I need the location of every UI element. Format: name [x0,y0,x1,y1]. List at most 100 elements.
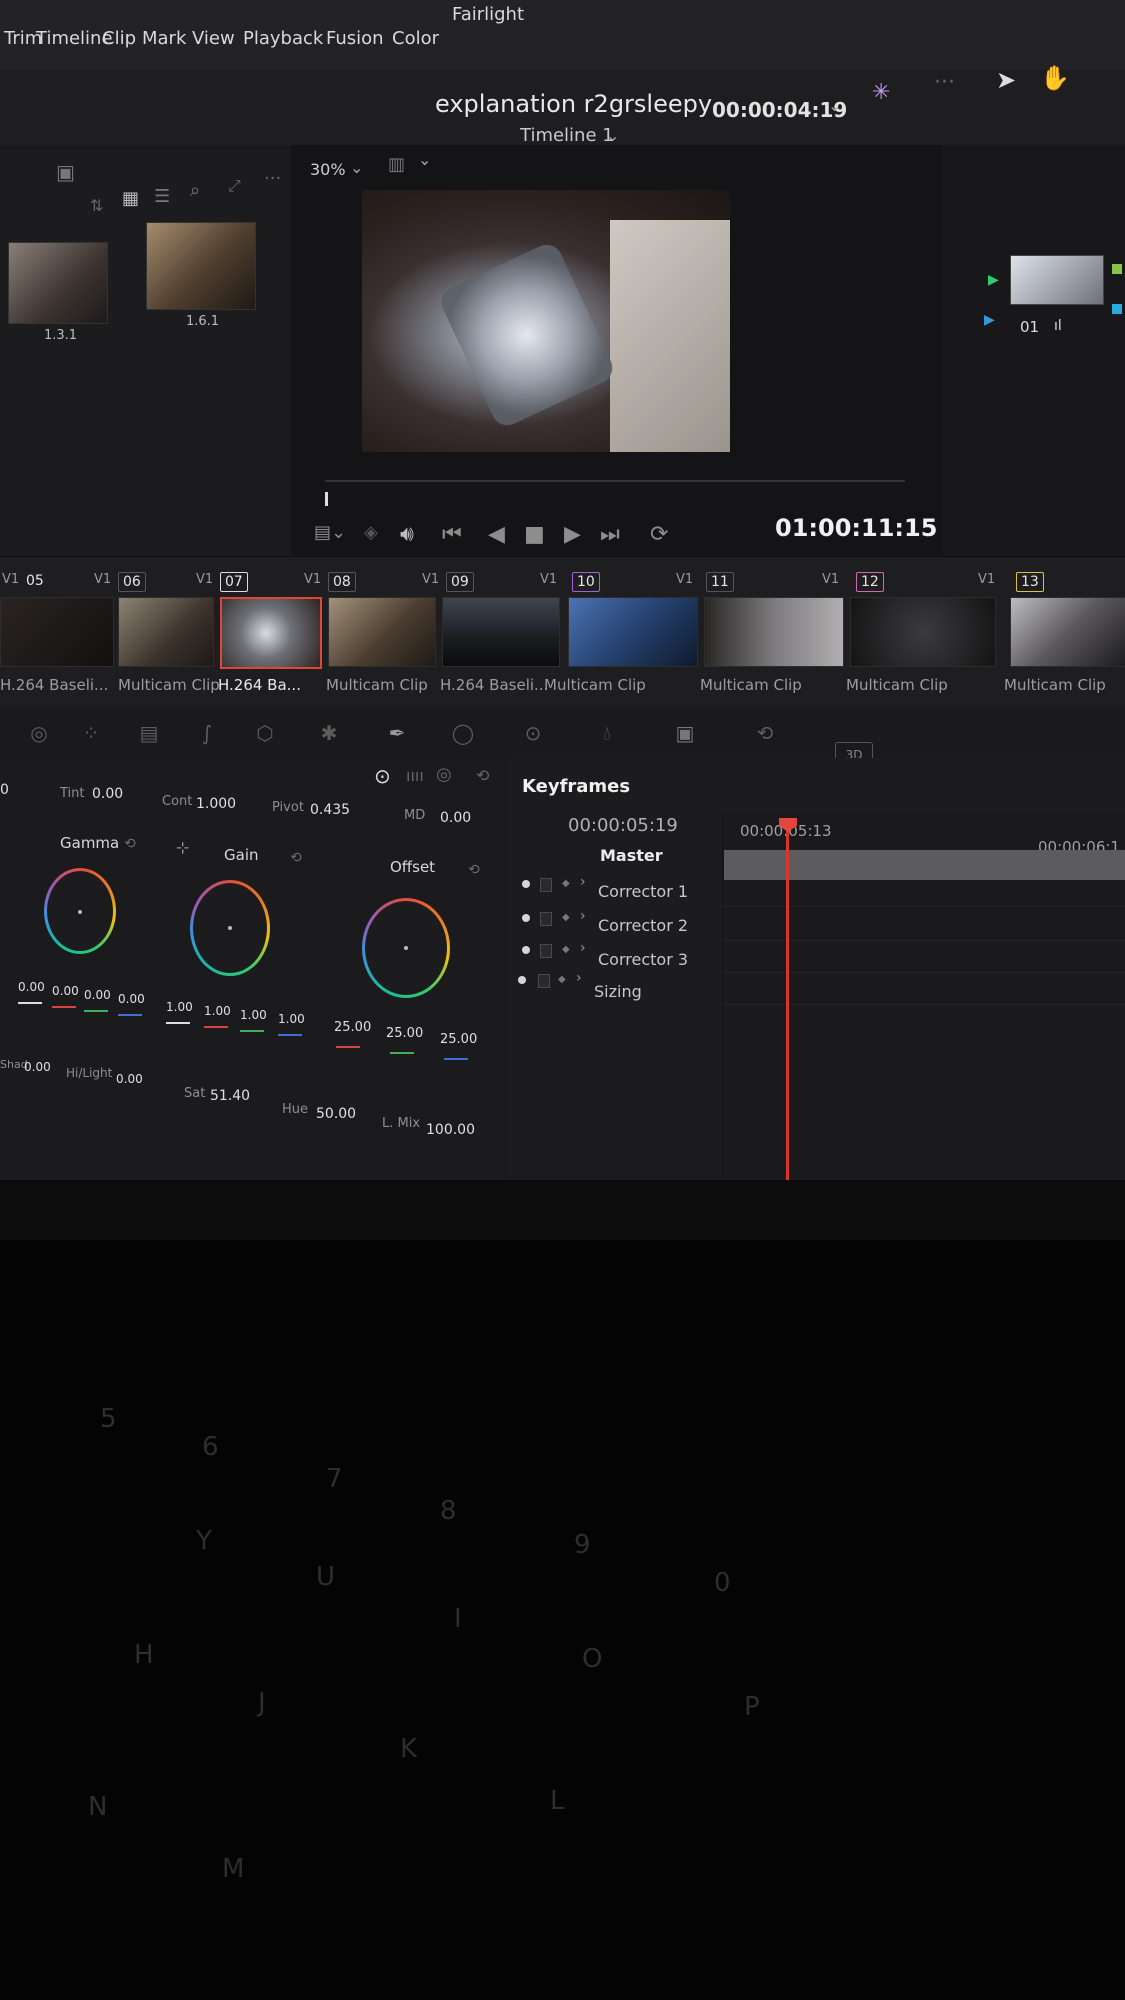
gamma-wheel-center[interactable] [78,910,82,914]
gain-wheel-center[interactable] [228,926,232,930]
search-icon[interactable]: ⌕ [190,180,200,201]
keyframe-diamond-icon[interactable]: ◆ [562,878,570,889]
hand-icon[interactable]: ✋ [1040,64,1070,92]
color-match-icon[interactable]: ⁘ [78,720,104,746]
eyedropper-icon[interactable]: ✒ [384,720,410,746]
primaries-bars-icon[interactable]: ıııı [406,766,424,785]
offset-g-value[interactable]: 25.00 [386,1026,423,1041]
clip-thumbnail[interactable] [328,597,436,667]
lock-icon[interactable] [540,912,552,926]
sort-icon[interactable]: ⇅ [90,196,103,215]
key-icon[interactable]: ▣ [672,720,698,746]
window-icon[interactable]: ◯ [450,720,476,746]
node-thumbnail[interactable] [1010,255,1104,305]
gain-b-value[interactable]: 1.00 [278,1012,305,1026]
offset-r-value[interactable]: 25.00 [334,1020,371,1035]
viewer-options-icon[interactable]: ▤⌄ [314,522,346,543]
primaries-wheels-icon[interactable]: ⊙ [374,764,391,788]
media-clip-thumbnail[interactable] [146,222,256,310]
lock-icon[interactable] [540,878,552,892]
enable-dot[interactable] [518,976,526,984]
menu-fusion[interactable]: Fusion [326,28,384,49]
gamma-b-value[interactable]: 0.00 [118,992,145,1006]
gain-g-value[interactable]: 1.00 [240,1008,267,1022]
clip-thumbnail[interactable] [118,597,214,667]
playhead[interactable] [786,825,789,1195]
expand-icon[interactable]: ⤢ [228,176,241,196]
expand-chevron-icon[interactable]: › [576,970,582,986]
scrubber-track[interactable] [325,480,905,482]
reset-icon[interactable]: ⟲ [290,850,302,866]
more-options-icon[interactable]: ··· [934,70,955,95]
viewer-mode-icon[interactable]: ▥ [388,154,405,175]
reset-icon[interactable]: ⟲ [124,836,136,852]
clip-thumbnail[interactable] [0,597,114,667]
contrast-value[interactable]: 1.000 [196,796,236,812]
lock-icon[interactable] [538,974,550,988]
list-view-icon[interactable]: ☰ [154,186,170,207]
curves-icon[interactable]: ∫ [194,720,220,746]
media-clip-thumbnail[interactable] [8,242,108,324]
mid-detail-value[interactable]: 0.00 [440,810,471,826]
menu-clip[interactable]: Clip [102,28,136,49]
thumbnail-view-icon[interactable]: ▣ [56,160,75,184]
crosshair-icon[interactable]: ⊹ [176,838,189,857]
shadows-value[interactable]: 0.00 [24,1060,51,1074]
reset-icon[interactable]: ⟲ [476,766,489,785]
clip-thumbnail-selected[interactable] [220,597,322,669]
pivot-value[interactable]: 0.435 [310,802,350,818]
reset-icon[interactable]: ⟲ [468,862,480,878]
play-icon[interactable]: ▶ [564,522,581,547]
expand-chevron-icon[interactable]: › [580,874,586,890]
menu-color[interactable]: Color [392,28,439,49]
scrubber-handle[interactable] [325,492,328,506]
clip-thumbnail[interactable] [442,597,560,667]
chevron-down-icon[interactable]: ⌄ [418,150,431,169]
color-wheels-icon[interactable]: ▤ [136,720,162,746]
hue-value[interactable]: 50.00 [316,1106,356,1122]
gamma-y-value[interactable]: 0.00 [18,980,45,994]
chevron-down-icon[interactable]: ⌄ [828,96,841,115]
blur-icon[interactable]: 💧︎ [594,720,620,746]
clip-thumbnail[interactable] [704,597,844,667]
keyframe-diamond-icon[interactable]: ◆ [562,912,570,923]
gain-r-value[interactable]: 1.00 [204,1004,231,1018]
lock-icon[interactable] [540,944,552,958]
warper-icon[interactable]: ⬡ [252,720,278,746]
stop-icon[interactable]: ■ [524,522,545,547]
menu-mark[interactable]: Mark [142,28,186,49]
saturation-value[interactable]: 51.40 [210,1088,250,1104]
volume-icon[interactable]: 🔊︎ [400,522,414,547]
keyframe-diamond-icon[interactable]: ◆ [558,974,566,985]
skip-forward-icon[interactable]: ⏭︎ [600,522,620,547]
param-value[interactable]: 0 [0,782,9,798]
gamma-g-value[interactable]: 0.00 [84,988,111,1002]
expand-chevron-icon[interactable]: › [580,940,586,956]
keyframe-diamond-icon[interactable]: ◆ [562,944,570,955]
menu-fairlight[interactable]: Fairlight [452,4,524,25]
clip-thumbnail[interactable] [568,597,698,667]
offset-wheel-center[interactable] [404,946,408,950]
menu-view[interactable]: View [192,28,235,49]
master-keyframe-track[interactable] [724,850,1125,880]
highlight-value[interactable]: 0.00 [116,1072,143,1086]
enable-dot[interactable] [522,946,530,954]
gain-y-value[interactable]: 1.00 [166,1000,193,1014]
gamma-r-value[interactable]: 0.00 [52,984,79,998]
tracker-icon[interactable]: ⊙ [520,720,546,746]
timeline-selector[interactable]: Timeline 1 [520,125,614,146]
tint-value[interactable]: 0.00 [92,786,123,802]
color-tools-icon[interactable]: ✳ [872,80,890,105]
step-back-icon[interactable]: ◀ [488,522,505,547]
sizing-icon[interactable]: ⟲ [752,720,778,746]
menu-playback[interactable]: Playback [243,28,323,49]
camera-raw-icon[interactable]: ◎ [26,720,52,746]
qualifier-icon[interactable]: ✱ [316,720,342,746]
clip-thumbnail[interactable] [1010,597,1125,667]
skip-back-icon[interactable]: ⏮︎ [442,522,462,547]
log-wheels-icon[interactable]: ◎ [436,764,452,785]
enable-dot[interactable] [522,880,530,888]
clip-thumbnail[interactable] [850,597,996,667]
grid-view-icon[interactable]: ▦ [122,188,139,209]
offset-b-value[interactable]: 25.00 [440,1032,477,1047]
